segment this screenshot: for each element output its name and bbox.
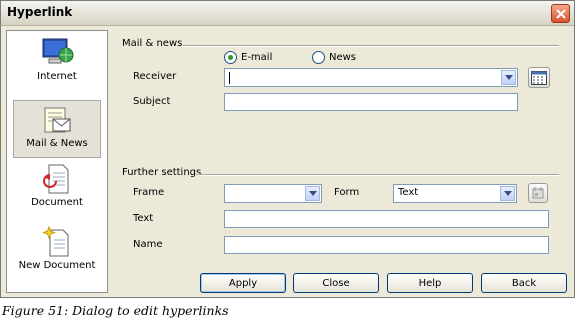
subject-field[interactable] <box>224 93 518 111</box>
hyperlink-type-sidebar: Internet Mail & News Document New Docume… <box>6 30 108 293</box>
events-icon <box>532 187 544 199</box>
radio-email-label: E-mail <box>241 52 273 63</box>
events-button[interactable] <box>528 183 548 203</box>
radio-news[interactable]: News <box>312 51 356 64</box>
new-document-icon <box>42 226 69 257</box>
apply-button[interactable]: Apply <box>200 273 286 293</box>
text-label: Text <box>133 213 154 224</box>
sidebar-item-document[interactable]: Document <box>13 163 101 221</box>
sidebar-label-mail-news: Mail & News <box>26 138 88 149</box>
dropdown-arrow-icon <box>308 191 317 196</box>
name-field[interactable] <box>224 236 549 254</box>
dropdown-arrow-icon <box>503 191 512 196</box>
internet-icon <box>42 38 74 64</box>
data-sources-icon <box>531 70 547 85</box>
mail-news-separator <box>183 45 559 47</box>
sidebar-item-internet[interactable]: Internet <box>13 37 101 95</box>
hyperlink-dialog: Hyperlink Internet Mail & News Document … <box>0 0 575 298</box>
radio-news-circle <box>312 51 325 64</box>
name-label: Name <box>133 239 163 250</box>
document-icon <box>43 164 69 194</box>
title-bar: Hyperlink <box>1 1 574 26</box>
sidebar-label-document: Document <box>31 197 83 208</box>
receiver-combobox[interactable] <box>224 68 518 87</box>
frame-combobox[interactable] <box>224 184 322 203</box>
help-button[interactable]: Help <box>387 273 473 293</box>
further-settings-heading: Further settings <box>122 167 202 178</box>
sidebar-label-internet: Internet <box>37 71 77 82</box>
form-dropdown-button[interactable] <box>500 186 515 201</box>
frame-label: Frame <box>133 187 165 198</box>
further-settings-separator <box>197 174 559 176</box>
back-button[interactable]: Back <box>481 273 567 293</box>
subject-label: Subject <box>133 96 171 107</box>
data-sources-button[interactable] <box>528 67 550 88</box>
mail-news-heading: Mail & news <box>122 38 183 49</box>
dropdown-arrow-icon <box>504 75 513 80</box>
mail-news-icon <box>44 107 71 133</box>
radio-email-circle <box>224 51 237 64</box>
sidebar-item-new-document[interactable]: New Document <box>13 226 101 284</box>
receiver-dropdown-button[interactable] <box>501 70 516 85</box>
close-window-button[interactable] <box>551 4 570 23</box>
radio-selected-dot <box>228 55 233 60</box>
sidebar-label-new-document: New Document <box>18 260 96 271</box>
frame-dropdown-button[interactable] <box>305 186 320 201</box>
dialog-title: Hyperlink <box>7 5 73 19</box>
form-label: Form <box>334 187 360 198</box>
sidebar-item-mail-news[interactable]: Mail & News <box>13 100 101 158</box>
text-field[interactable] <box>224 210 549 228</box>
radio-news-label: News <box>329 52 357 63</box>
form-listbox[interactable]: Text <box>393 184 517 203</box>
radio-email[interactable]: E-mail <box>224 51 272 64</box>
form-value: Text <box>398 187 419 198</box>
close-button[interactable]: Close <box>293 273 379 293</box>
text-cursor <box>229 72 230 84</box>
receiver-label: Receiver <box>133 71 177 82</box>
figure-caption: Figure 51: Dialog to edit hyperlinks <box>2 303 229 318</box>
close-icon <box>555 8 566 19</box>
